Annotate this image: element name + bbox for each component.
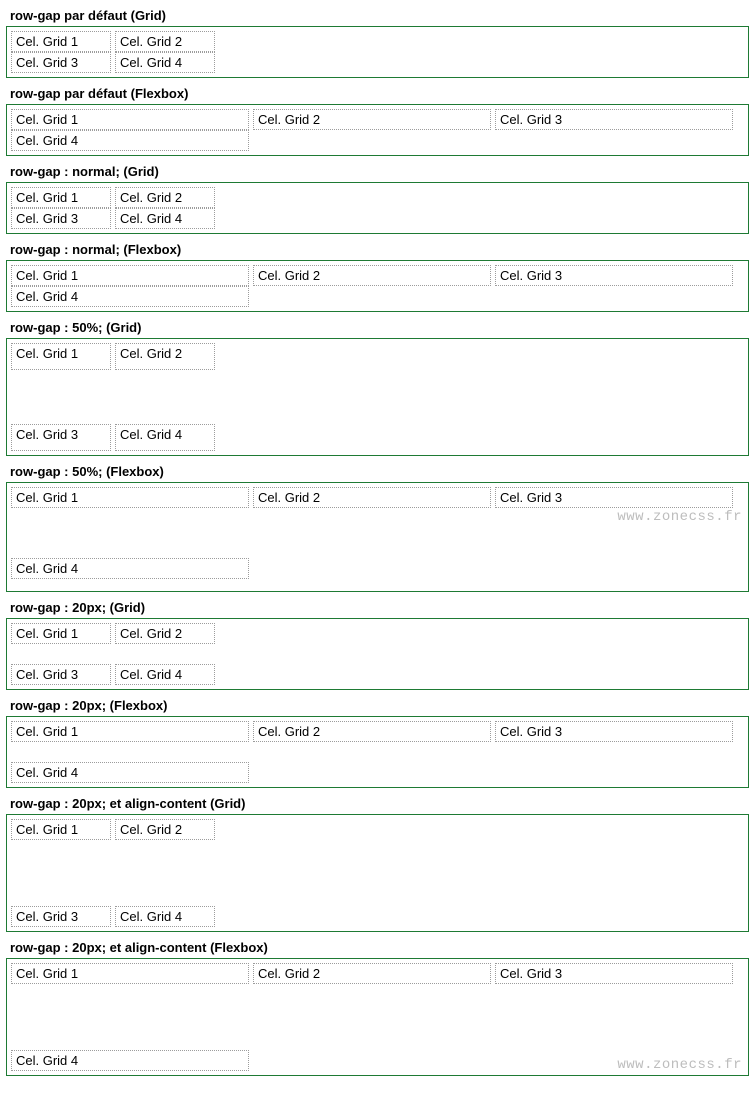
example-row-gap-20px-grid: row-gap : 20px; (Grid) Cel. Grid 1 Cel. … <box>6 598 749 690</box>
section-heading: row-gap : normal; (Grid) <box>6 162 749 182</box>
section-heading: row-gap : 20px; (Flexbox) <box>6 696 749 716</box>
grid-container: Cel. Grid 1 Cel. Grid 2 Cel. Grid 3 Cel.… <box>11 819 744 927</box>
grid-cell: Cel. Grid 1 <box>11 721 249 742</box>
example-box: Cel. Grid 1 Cel. Grid 2 Cel. Grid 3 Cel.… <box>6 104 749 156</box>
grid-cell: Cel. Grid 4 <box>11 1050 249 1071</box>
section-heading: row-gap : 20px; et align-content (Grid) <box>6 794 749 814</box>
grid-container: Cel. Grid 1 Cel. Grid 2 Cel. Grid 3 Cel.… <box>11 343 744 451</box>
grid-cell: Cel. Grid 4 <box>11 286 249 307</box>
grid-cell: Cel. Grid 4 <box>11 762 249 783</box>
example-box: Cel. Grid 1 Cel. Grid 2 Cel. Grid 3 Cel.… <box>6 182 749 234</box>
grid-cell: Cel. Grid 3 <box>495 963 733 984</box>
grid-cell: Cel. Grid 3 <box>11 906 111 927</box>
grid-cell: Cel. Grid 1 <box>11 487 249 508</box>
example-row-gap-default-flex: row-gap par défaut (Flexbox) Cel. Grid 1… <box>6 84 749 156</box>
example-row-gap-normal-flex: row-gap : normal; (Flexbox) Cel. Grid 1 … <box>6 240 749 312</box>
section-heading: row-gap : 20px; et align-content (Flexbo… <box>6 938 749 958</box>
section-heading: row-gap par défaut (Flexbox) <box>6 84 749 104</box>
watermark-text: www.zonecss.fr <box>618 0 743 4</box>
grid-cell: Cel. Grid 1 <box>11 187 111 208</box>
grid-cell: Cel. Grid 2 <box>115 343 215 370</box>
grid-cell: Cel. Grid 1 <box>11 343 111 370</box>
grid-cell: Cel. Grid 3 <box>11 52 111 73</box>
section-heading: row-gap : 20px; (Grid) <box>6 598 749 618</box>
section-heading: row-gap : normal; (Flexbox) <box>6 240 749 260</box>
grid-cell: Cel. Grid 2 <box>253 963 491 984</box>
grid-cell: Cel. Grid 3 <box>495 109 733 130</box>
example-box: Cel. Grid 1 Cel. Grid 2 Cel. Grid 3 Cel.… <box>6 260 749 312</box>
example-row-gap-20px-align-grid: row-gap : 20px; et align-content (Grid) … <box>6 794 749 932</box>
grid-cell: Cel. Grid 2 <box>253 109 491 130</box>
grid-cell: Cel. Grid 3 <box>11 208 111 229</box>
example-row-gap-default-grid: row-gap par défaut (Grid) Cel. Grid 1 Ce… <box>6 6 749 78</box>
grid-cell: Cel. Grid 2 <box>115 623 215 644</box>
section-heading: row-gap : 50%; (Flexbox) <box>6 462 749 482</box>
grid-container: Cel. Grid 1 Cel. Grid 2 Cel. Grid 3 Cel.… <box>11 623 744 685</box>
grid-container: Cel. Grid 1 Cel. Grid 2 Cel. Grid 3 Cel.… <box>11 187 744 229</box>
grid-cell: Cel. Grid 2 <box>115 31 215 52</box>
grid-cell: Cel. Grid 3 <box>11 424 111 451</box>
flex-container: Cel. Grid 1 Cel. Grid 2 Cel. Grid 3 Cel.… <box>11 721 744 783</box>
example-box: Cel. Grid 1 Cel. Grid 2 Cel. Grid 3 Cel.… <box>6 814 749 932</box>
grid-cell: Cel. Grid 2 <box>115 819 215 840</box>
example-box: Cel. Grid 1 Cel. Grid 2 Cel. Grid 3 Cel.… <box>6 26 749 78</box>
grid-cell: Cel. Grid 4 <box>11 130 249 151</box>
example-row-gap-20px-flex: row-gap : 20px; (Flexbox) Cel. Grid 1 Ce… <box>6 696 749 788</box>
example-row-gap-50pct-grid: row-gap : 50%; (Grid) Cel. Grid 1 Cel. G… <box>6 318 749 456</box>
flex-container: Cel. Grid 1 Cel. Grid 2 Cel. Grid 3 Cel.… <box>11 109 744 151</box>
grid-cell: Cel. Grid 4 <box>115 906 215 927</box>
grid-cell: Cel. Grid 1 <box>11 819 111 840</box>
section-heading: row-gap par défaut (Grid) <box>6 6 749 26</box>
grid-cell: Cel. Grid 4 <box>115 52 215 73</box>
grid-cell: Cel. Grid 1 <box>11 109 249 130</box>
grid-cell: Cel. Grid 4 <box>11 558 249 579</box>
example-row-gap-50pct-flex: row-gap : 50%; (Flexbox) www.zonecss.fr … <box>6 462 749 592</box>
grid-cell: Cel. Grid 2 <box>253 721 491 742</box>
example-row-gap-normal-grid: row-gap : normal; (Grid) Cel. Grid 1 Cel… <box>6 162 749 234</box>
flex-container: Cel. Grid 1 Cel. Grid 2 Cel. Grid 3 Cel.… <box>11 265 744 307</box>
grid-cell: Cel. Grid 3 <box>495 265 733 286</box>
example-row-gap-20px-align-flex: row-gap : 20px; et align-content (Flexbo… <box>6 938 749 1076</box>
flex-container: Cel. Grid 1 Cel. Grid 2 Cel. Grid 3 Cel.… <box>11 487 744 587</box>
grid-cell: Cel. Grid 4 <box>115 424 215 451</box>
example-box: Cel. Grid 1 Cel. Grid 2 Cel. Grid 3 Cel.… <box>6 618 749 690</box>
example-box: Cel. Grid 1 Cel. Grid 2 Cel. Grid 3 Cel.… <box>6 338 749 456</box>
grid-cell: Cel. Grid 3 <box>11 664 111 685</box>
example-box: Cel. Grid 1 Cel. Grid 2 Cel. Grid 3 Cel.… <box>6 716 749 788</box>
flex-container: Cel. Grid 1 Cel. Grid 2 Cel. Grid 3 Cel.… <box>11 963 744 1071</box>
grid-cell: Cel. Grid 3 <box>495 487 733 508</box>
grid-cell: Cel. Grid 1 <box>11 31 111 52</box>
grid-cell: Cel. Grid 2 <box>253 487 491 508</box>
grid-cell: Cel. Grid 2 <box>253 265 491 286</box>
example-box: www.zonecss.fr Cel. Grid 1 Cel. Grid 2 C… <box>6 482 749 592</box>
grid-cell: Cel. Grid 4 <box>115 664 215 685</box>
grid-cell: Cel. Grid 1 <box>11 963 249 984</box>
grid-cell: Cel. Grid 1 <box>11 265 249 286</box>
section-heading: row-gap : 50%; (Grid) <box>6 318 749 338</box>
example-box: www.zonecss.fr Cel. Grid 1 Cel. Grid 2 C… <box>6 958 749 1076</box>
grid-cell: Cel. Grid 4 <box>115 208 215 229</box>
grid-cell: Cel. Grid 1 <box>11 623 111 644</box>
grid-container: Cel. Grid 1 Cel. Grid 2 Cel. Grid 3 Cel.… <box>11 31 744 73</box>
grid-cell: Cel. Grid 3 <box>495 721 733 742</box>
grid-cell: Cel. Grid 2 <box>115 187 215 208</box>
